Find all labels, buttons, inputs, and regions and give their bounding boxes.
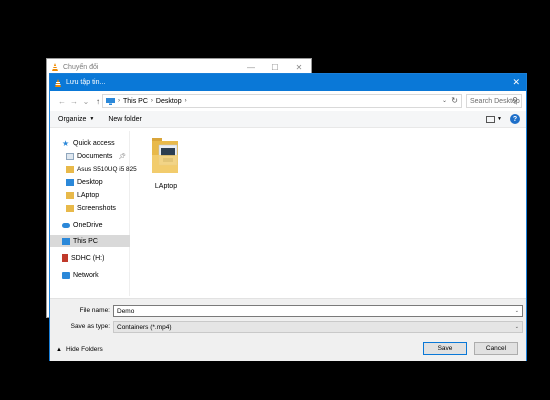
desktop-folder-icon bbox=[66, 178, 74, 186]
nav-item-label: Network bbox=[73, 271, 99, 279]
dialog-close-button[interactable]: ✕ bbox=[512, 77, 520, 88]
address-field[interactable]: › This PC › Desktop › ⌄ ↻ bbox=[102, 94, 462, 108]
address-bar-row: ← → ⌄ ↑ › This PC › Desktop › ⌄ ↻ Search… bbox=[50, 91, 526, 111]
nav-item-label: This PC bbox=[73, 237, 98, 245]
cancel-button[interactable]: Cancel bbox=[474, 342, 518, 355]
sd-card-icon bbox=[62, 254, 68, 262]
nav-item-laptop[interactable]: LAptop bbox=[50, 189, 130, 201]
view-options-icon[interactable] bbox=[486, 115, 496, 123]
new-folder-button[interactable]: New folder bbox=[108, 116, 141, 123]
breadcrumb-desktop[interactable]: Desktop bbox=[156, 98, 182, 105]
search-input[interactable]: Search Desktop ⚲ bbox=[466, 94, 522, 108]
nav-item-label: Desktop bbox=[77, 178, 103, 186]
dialog-titlebar[interactable]: Lưu tập tin... ✕ bbox=[50, 74, 526, 91]
forward-button[interactable]: → bbox=[68, 97, 80, 106]
save-button[interactable]: Save bbox=[423, 342, 467, 355]
hide-folders-button[interactable]: ▲ Hide Folders bbox=[56, 346, 103, 353]
cloud-icon bbox=[62, 222, 70, 228]
refresh-icon[interactable]: ↻ bbox=[451, 96, 458, 105]
dialog-title: Lưu tập tin... bbox=[66, 79, 106, 86]
address-separator: › bbox=[150, 98, 153, 104]
address-separator: › bbox=[118, 98, 120, 104]
network-icon bbox=[62, 271, 70, 279]
file-name-value: Demo bbox=[117, 307, 135, 315]
folder-icon bbox=[66, 165, 74, 173]
pin-icon[interactable]: 📌︎ bbox=[118, 153, 126, 160]
file-name-label: File name: bbox=[79, 307, 110, 314]
computer-icon bbox=[106, 97, 115, 105]
file-list[interactable]: LAptop bbox=[134, 131, 524, 296]
caret-down-icon[interactable]: ▼ bbox=[497, 116, 502, 122]
nav-item-this-pc[interactable]: This PC bbox=[50, 235, 130, 247]
recent-locations-button[interactable]: ⌄ bbox=[80, 97, 92, 106]
nav-item-onedrive[interactable]: OneDrive bbox=[50, 219, 130, 231]
nav-item-label: LAptop bbox=[77, 191, 100, 199]
folder-icon bbox=[152, 138, 178, 173]
collapse-arrow-icon: ▲ bbox=[56, 346, 62, 353]
back-button[interactable]: ← bbox=[56, 97, 68, 106]
breadcrumb-this-pc[interactable]: This PC bbox=[123, 98, 148, 105]
computer-icon bbox=[62, 237, 70, 245]
command-toolbar: Organize ▼ New folder ▼ ? bbox=[50, 111, 526, 128]
help-button[interactable]: ? bbox=[510, 114, 520, 124]
chevron-down-icon[interactable]: ⌄ bbox=[515, 308, 519, 314]
documents-icon bbox=[66, 152, 74, 160]
save-as-type-select[interactable]: Containers (*.mp4) ⌄ bbox=[113, 321, 523, 333]
nav-item-label: Quick access bbox=[73, 139, 115, 147]
nav-item-label: OneDrive bbox=[73, 221, 103, 229]
hide-folders-label: Hide Folders bbox=[65, 346, 103, 353]
nav-item-sdhc[interactable]: SDHC (H:) bbox=[50, 252, 130, 264]
address-separator: › bbox=[184, 98, 187, 104]
nav-item-screenshots[interactable]: Screenshots bbox=[50, 202, 130, 214]
nav-item-label: Screenshots bbox=[77, 204, 116, 212]
chevron-down-icon[interactable]: ⌄ bbox=[442, 97, 447, 104]
file-name-input[interactable]: Demo ⌄ bbox=[113, 305, 523, 317]
folder-label: LAptop bbox=[154, 183, 178, 190]
star-icon: ★ bbox=[62, 138, 70, 148]
nav-item-label: Asus S510UQ i5 825 bbox=[77, 165, 137, 173]
save-dialog: Lưu tập tin... ✕ ← → ⌄ ↑ › This PC › Des… bbox=[49, 73, 527, 361]
nav-item-quick-access[interactable]: ★ Quick access bbox=[50, 137, 130, 149]
save-as-type-label: Save as type: bbox=[70, 323, 110, 330]
nav-item-network[interactable]: Network bbox=[50, 269, 130, 281]
nav-item-label: Documents bbox=[77, 152, 113, 160]
vlc-cone-icon bbox=[55, 78, 61, 87]
folder-item-laptop[interactable]: LAptop bbox=[148, 135, 184, 190]
folder-icon bbox=[66, 204, 74, 212]
background-window-title: Chuyển đổi bbox=[63, 63, 99, 71]
organize-button[interactable]: Organize ▼ bbox=[58, 116, 94, 123]
save-options-panel: File name: Demo ⌄ Save as type: Containe… bbox=[50, 298, 526, 361]
vlc-cone-icon bbox=[52, 63, 58, 71]
folder-icon bbox=[66, 191, 74, 199]
nav-item-desktop[interactable]: Desktop bbox=[50, 176, 130, 188]
save-as-type-value: Containers (*.mp4) bbox=[117, 323, 172, 331]
caret-down-icon: ▼ bbox=[89, 116, 95, 122]
navigation-pane: ★ Quick access Documents 📌︎ Asus S510UQ … bbox=[50, 131, 137, 296]
search-icon: ⚲ bbox=[512, 96, 518, 105]
organize-label: Organize bbox=[58, 115, 87, 123]
nav-item-asus[interactable]: Asus S510UQ i5 825 bbox=[50, 163, 137, 175]
nav-item-label: SDHC (H:) bbox=[71, 254, 105, 262]
nav-item-documents[interactable]: Documents 📌︎ bbox=[50, 150, 130, 162]
chevron-down-icon: ⌄ bbox=[514, 324, 519, 330]
new-folder-label: New folder bbox=[108, 115, 142, 123]
